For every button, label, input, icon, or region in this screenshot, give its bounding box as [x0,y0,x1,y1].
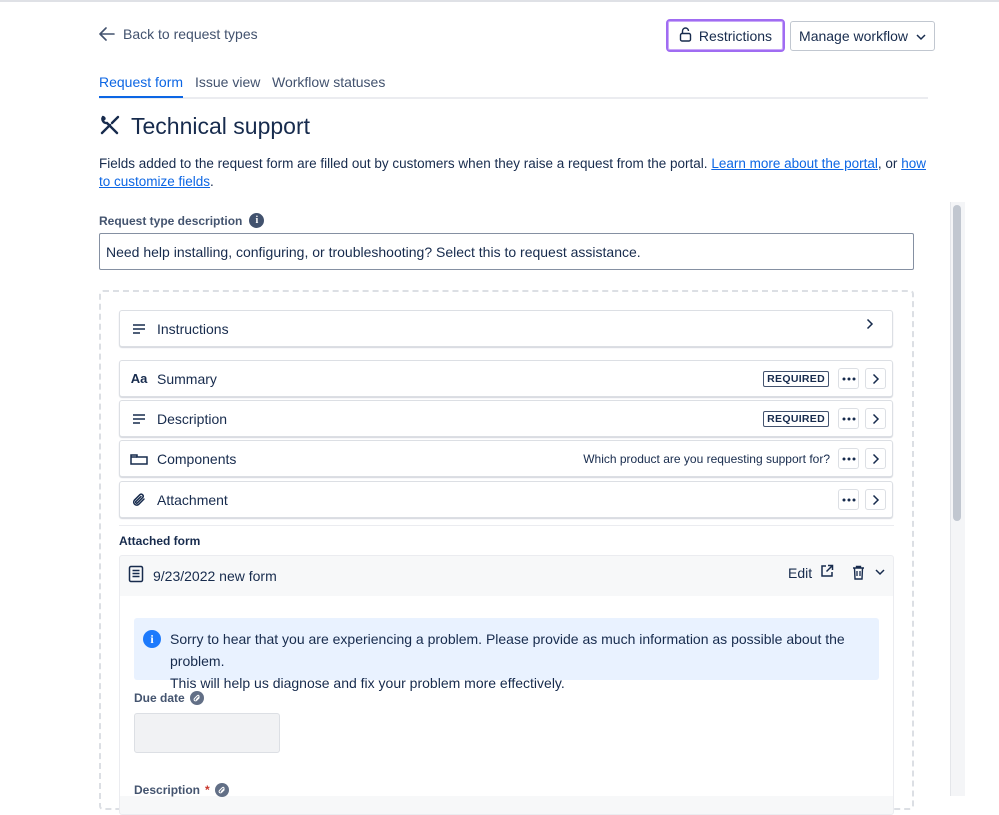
tab-workflow-statuses[interactable]: Workflow statuses [272,74,385,96]
field-label: Components [157,450,237,467]
attached-form-name: 9/23/2022 new form [153,567,277,584]
page-title: Technical support [131,113,310,139]
intro-mid: , or [877,156,902,171]
text-lines-icon [130,413,148,425]
description-field-label-text: Description [134,783,201,797]
scrollbar-thumb[interactable] [953,205,961,521]
trash-icon[interactable] [852,565,865,580]
chevron-down-icon[interactable] [875,569,885,576]
field-summary[interactable]: Aa Summary REQUIRED [119,360,893,397]
tools-icon [99,114,121,139]
arrow-left-icon [99,27,115,41]
divider [119,525,894,526]
linked-field-icon [214,783,229,797]
due-date-label-text: Due date [134,691,185,705]
intro-paragraph: Fields added to the request form are fil… [99,155,927,191]
attached-form-header[interactable]: 9/23/2022 new form [128,565,277,586]
chevron-right-icon[interactable] [865,368,886,389]
back-link-label: Back to request types [123,26,258,42]
required-badge: REQUIRED [763,370,829,387]
page-title-row: Technical support [99,113,310,140]
top-border [0,0,999,2]
text-lines-icon [130,323,148,335]
tab-issue-view[interactable]: Issue view [195,74,260,96]
attached-form-heading: Attached form [119,534,201,548]
form-document-icon [128,565,144,586]
unlock-icon [679,26,692,45]
intro-end: . [210,174,214,189]
more-actions-button[interactable] [838,489,859,510]
more-actions-button[interactable] [838,408,859,429]
notice-line-1: Sorry to hear that you are experiencing … [170,631,845,669]
field-label: Instructions [157,320,229,337]
field-label: Description [157,410,228,427]
required-badge: REQUIRED [763,410,829,427]
tab-bar: Request form Issue view Workflow statuse… [99,72,928,99]
chevron-right-icon[interactable] [866,317,874,333]
learn-more-portal-link[interactable]: Learn more about the portal [711,156,878,171]
tab-request-form[interactable]: Request form [99,74,184,98]
chevron-down-icon [916,28,926,44]
text-style-icon: Aa [130,371,148,386]
manage-workflow-label: Manage workflow [799,28,908,44]
linked-field-icon [189,691,204,705]
description-label-text: Request type description [99,213,243,228]
edit-form-button[interactable]: Edit [788,564,834,581]
field-label: Attachment [157,491,228,508]
field-components[interactable]: Components Which product are you request… [119,440,893,477]
component-icon [130,453,148,465]
required-star: * [205,783,210,797]
notice-text: Sorry to hear that you are experiencing … [170,628,870,694]
manage-workflow-button[interactable]: Manage workflow [790,21,935,51]
info-icon[interactable]: i [249,213,265,228]
restrictions-button[interactable]: Restrictions [666,19,785,52]
paperclip-icon [130,492,148,508]
intro-text: Fields added to the request form are fil… [99,156,712,171]
back-to-request-types-link[interactable]: Back to request types [99,26,258,42]
notice-line-2: This will help us diagnose and fix your … [170,675,565,691]
chevron-right-icon[interactable] [865,489,886,510]
request-type-description-label: Request type description i [99,213,265,228]
chevron-right-icon[interactable] [865,448,886,469]
field-instructions[interactable]: Instructions [119,310,893,347]
more-actions-button[interactable] [838,368,859,389]
edit-label: Edit [788,564,813,581]
attached-form-actions: Edit [788,564,885,581]
field-label: Summary [157,370,217,387]
field-description[interactable]: Description REQUIRED [119,400,893,437]
due-date-label: Due date [134,691,204,705]
request-type-description-input[interactable] [99,233,914,270]
field-attachment[interactable]: Attachment [119,481,893,518]
chevron-right-icon[interactable] [865,408,886,429]
restrictions-label: Restrictions [698,27,773,44]
external-link-icon [820,564,834,581]
description-field-label: Description * [134,783,229,797]
info-icon: i [143,630,161,648]
more-actions-button[interactable] [838,448,859,469]
due-date-input[interactable] [134,713,280,753]
field-help-text: Which product are you requesting support… [583,451,830,466]
